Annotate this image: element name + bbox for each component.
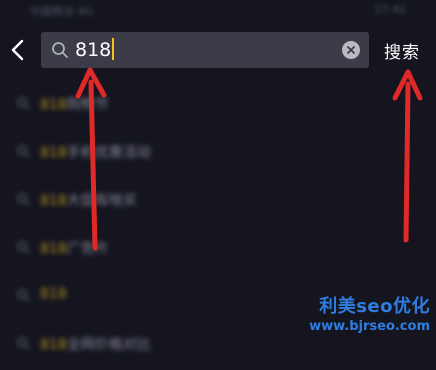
suggestion-highlight: 818	[40, 337, 67, 353]
suggestion-highlight: 818	[40, 286, 67, 302]
suggestion-rest: 全网价格对比	[66, 337, 151, 353]
list-item[interactable]: 818大促有啥买	[0, 178, 436, 226]
suggestion-highlight: 818	[40, 145, 67, 161]
suggestion-highlight: 818	[40, 193, 67, 209]
chevron-left-icon	[11, 39, 24, 61]
search-history-icon	[17, 337, 30, 350]
suggestion-rest: 广告片	[66, 241, 109, 257]
list-item[interactable]: 818手机优惠活动	[0, 130, 436, 178]
suggestion-text: 818全网价格对比	[40, 334, 151, 354]
suggestion-text: 818大促有啥买	[40, 190, 137, 210]
suggestion-text: 818购物节	[40, 94, 109, 114]
text-caret	[112, 38, 115, 60]
suggestion-rest: 购物节	[66, 97, 109, 113]
search-query: 818	[75, 39, 112, 61]
search-button[interactable]: 搜索	[384, 38, 420, 63]
suggestion-rest: 大促有啥买	[66, 193, 137, 209]
search-input[interactable]: 818	[75, 37, 115, 63]
search-box[interactable]: 818	[41, 32, 369, 68]
clear-icon	[347, 46, 355, 54]
back-button[interactable]	[4, 36, 32, 64]
suggestion-highlight: 818	[40, 97, 67, 113]
suggestion-text: 818广告片	[40, 238, 109, 258]
list-item[interactable]: 818广告片	[0, 226, 436, 274]
search-icon	[52, 42, 68, 58]
search-history-icon	[17, 145, 30, 158]
suggestion-highlight: 818	[40, 241, 67, 257]
status-time: 17:42	[374, 3, 406, 16]
status-carrier: 中国移动 4G	[30, 5, 94, 18]
suggestion-text: 818手机优惠活动	[40, 142, 151, 162]
suggestion-rest: 手机优惠活动	[66, 145, 151, 161]
list-item[interactable]: 818购物节	[0, 82, 436, 130]
search-history-icon	[17, 97, 30, 110]
search-history-icon	[17, 289, 30, 302]
search-history-icon	[17, 193, 30, 206]
search-history-icon	[17, 241, 30, 254]
status-bar: 中国移动 4G 17:42	[0, 0, 436, 22]
suggestion-text: 818	[40, 286, 67, 302]
clear-button[interactable]	[342, 41, 360, 59]
watermark: 利美seo优化 www.bjrseo.com	[309, 292, 430, 334]
watermark-url: www.bjrseo.com	[309, 319, 430, 334]
watermark-title: 利美seo优化	[319, 296, 430, 317]
